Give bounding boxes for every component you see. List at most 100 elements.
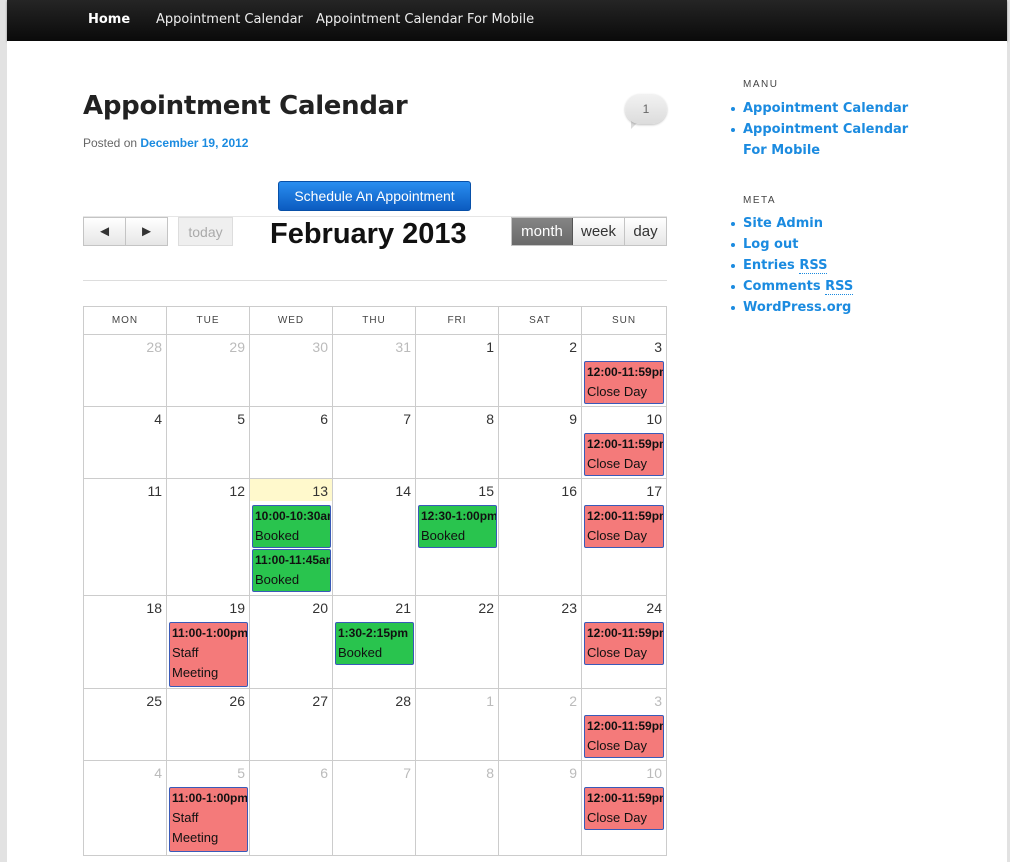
calendar-event[interactable]: 1:30-2:15pm Booked bbox=[335, 622, 414, 665]
calendar-day-cell[interactable]: 31 bbox=[333, 335, 416, 407]
calendar-day-cell[interactable]: 8 bbox=[416, 407, 499, 479]
calendar-day-cell[interactable]: 2 bbox=[499, 689, 582, 761]
day-number: 4 bbox=[154, 411, 162, 427]
sidebar-link-appointment-calendar-mobile[interactable]: Appointment Calendar For Mobile bbox=[731, 119, 923, 161]
calendar-event[interactable]: 12:00-11:59pm Close Day bbox=[584, 715, 664, 758]
event-title: Close Day bbox=[587, 528, 647, 543]
calendar-day-cell[interactable]: 12 bbox=[167, 479, 250, 596]
calendar-day-cell[interactable]: 26 bbox=[167, 689, 250, 761]
prev-next-group: ◄ ► bbox=[83, 217, 168, 246]
event-time: 1:30-2:15pm bbox=[338, 626, 409, 640]
day-number: 8 bbox=[486, 411, 494, 427]
calendar-event[interactable]: 12:00-11:59pm Close Day bbox=[584, 433, 664, 476]
entries-label: Entries bbox=[743, 258, 795, 273]
calendar-event[interactable]: 10:00-10:30am Booked bbox=[252, 505, 331, 548]
event-time: 12:00-11:59pm bbox=[587, 437, 664, 451]
calendar-day-cell[interactable]: 4 bbox=[84, 407, 167, 479]
calendar-event[interactable]: 12:00-11:59pm Close Day bbox=[584, 787, 664, 830]
event-time: 12:00-11:59pm bbox=[587, 719, 664, 733]
calendar-event[interactable]: 11:00-1:00pm Staff Meeting bbox=[169, 787, 248, 852]
nav-item-appointment-calendar-mobile[interactable]: Appointment Calendar For Mobile bbox=[316, 12, 534, 27]
calendar-day-cell[interactable]: 16 bbox=[499, 479, 582, 596]
calendar-event[interactable]: 12:30-1:00pm Booked bbox=[418, 505, 497, 548]
calendar-day-cell[interactable]: 7 bbox=[333, 761, 416, 855]
nav-item-appointment-calendar[interactable]: Appointment Calendar bbox=[156, 12, 303, 27]
day-number: 30 bbox=[312, 339, 328, 355]
next-arrow-icon[interactable]: ► bbox=[126, 218, 167, 245]
schedule-appointment-button[interactable]: Schedule An Appointment bbox=[278, 181, 471, 211]
day-number: 15 bbox=[478, 483, 494, 499]
day-number: 5 bbox=[237, 411, 245, 427]
calendar-event[interactable]: 12:00-11:59pm Close Day bbox=[584, 622, 664, 665]
day-number: 10 bbox=[646, 411, 662, 427]
day-number: 28 bbox=[146, 339, 162, 355]
calendar-day-cell[interactable]: 28 bbox=[333, 689, 416, 761]
day-header-mon: MON bbox=[84, 307, 167, 335]
calendar-day-cell[interactable]: 11 bbox=[84, 479, 167, 596]
posted-on-label: Posted on bbox=[83, 136, 138, 150]
calendar-day-cell[interactable]: 4 bbox=[84, 761, 167, 855]
day-number: 31 bbox=[395, 339, 411, 355]
calendar-day-cell[interactable]: 20 bbox=[250, 596, 333, 689]
day-number: 29 bbox=[229, 339, 245, 355]
calendar-event[interactable]: 12:00-11:59pm Close Day bbox=[584, 361, 664, 404]
event-title: Close Day bbox=[587, 810, 647, 825]
sidebar-link-entries-rss[interactable]: Entries RSS bbox=[731, 255, 943, 276]
day-number: 13 bbox=[312, 483, 328, 499]
calendar-day-cell[interactable]: 22 bbox=[416, 596, 499, 689]
week-view-button[interactable]: week bbox=[573, 218, 625, 245]
day-number: 6 bbox=[320, 765, 328, 781]
calendar-day-cell[interactable]: 23 bbox=[499, 596, 582, 689]
event-title: Booked bbox=[421, 528, 466, 543]
calendar-day-cell[interactable]: 6 bbox=[250, 407, 333, 479]
day-number: 9 bbox=[569, 411, 577, 427]
day-number: 12 bbox=[229, 483, 245, 499]
calendar-day-cell[interactable]: 9 bbox=[499, 761, 582, 855]
calendar-day-cell[interactable]: 14 bbox=[333, 479, 416, 596]
calendar-day-cell[interactable]: 29 bbox=[167, 335, 250, 407]
calendar-day-cell[interactable]: 8 bbox=[416, 761, 499, 855]
calendar-event[interactable]: 11:00-1:00pm Staff Meeting bbox=[169, 622, 248, 687]
calendar-day-cell[interactable]: 2 bbox=[499, 335, 582, 407]
sidebar-link-log-out[interactable]: Log out bbox=[731, 234, 943, 255]
sidebar-menu-list: Appointment Calendar Appointment Calenda… bbox=[731, 98, 943, 161]
sidebar-link-appointment-calendar[interactable]: Appointment Calendar bbox=[731, 98, 943, 119]
day-header-sat: SAT bbox=[499, 307, 582, 335]
calendar-day-cell[interactable]: 30 bbox=[250, 335, 333, 407]
page-content: Appointment Calendar Posted on December … bbox=[7, 41, 1007, 862]
month-calendar-grid: MON TUE WED THU FRI SAT SUN 28 29 30 31 1 2 3 4 5 6 7 8 9 10… bbox=[83, 306, 667, 856]
month-view-button[interactable]: month bbox=[512, 218, 573, 245]
day-number: 4 bbox=[154, 765, 162, 781]
day-number: 10 bbox=[646, 765, 662, 781]
day-number: 28 bbox=[395, 693, 411, 709]
day-view-button[interactable]: day bbox=[625, 218, 666, 245]
calendar-day-cell[interactable]: 27 bbox=[250, 689, 333, 761]
day-number: 5 bbox=[237, 765, 245, 781]
day-number: 3 bbox=[654, 693, 662, 709]
comment-count-bubble[interactable]: 1 bbox=[625, 94, 667, 124]
nav-item-home[interactable]: Home bbox=[88, 12, 130, 27]
calendar-day-cell[interactable]: 1 bbox=[416, 335, 499, 407]
prev-arrow-icon[interactable]: ◄ bbox=[84, 218, 126, 245]
today-button[interactable]: today bbox=[178, 217, 233, 246]
calendar-day-cell[interactable]: 9 bbox=[499, 407, 582, 479]
event-time: 12:00-11:59pm bbox=[587, 626, 664, 640]
calendar-day-cell[interactable]: 18 bbox=[84, 596, 167, 689]
event-time: 11:00-1:00pm bbox=[172, 626, 248, 640]
calendar-event[interactable]: 11:00-11:45am Booked bbox=[252, 549, 331, 592]
sidebar-link-comments-rss[interactable]: Comments RSS bbox=[731, 276, 943, 297]
event-title: Close Day bbox=[587, 384, 647, 399]
sidebar-link-site-admin[interactable]: Site Admin bbox=[731, 213, 943, 234]
day-number: 6 bbox=[320, 411, 328, 427]
calendar-day-cell[interactable]: 1 bbox=[416, 689, 499, 761]
calendar-event[interactable]: 12:00-11:59pm Close Day bbox=[584, 505, 664, 548]
calendar-day-cell[interactable]: 25 bbox=[84, 689, 167, 761]
calendar-day-cell[interactable]: 7 bbox=[333, 407, 416, 479]
calendar-day-cell[interactable]: 5 bbox=[167, 407, 250, 479]
sidebar-link-wordpress-org[interactable]: WordPress.org bbox=[731, 297, 943, 318]
event-time: 10:00-10:30am bbox=[255, 509, 331, 523]
calendar-day-cell[interactable]: 6 bbox=[250, 761, 333, 855]
day-number: 2 bbox=[569, 693, 577, 709]
calendar-day-cell[interactable]: 28 bbox=[84, 335, 167, 407]
post-date-link[interactable]: December 19, 2012 bbox=[140, 136, 248, 150]
